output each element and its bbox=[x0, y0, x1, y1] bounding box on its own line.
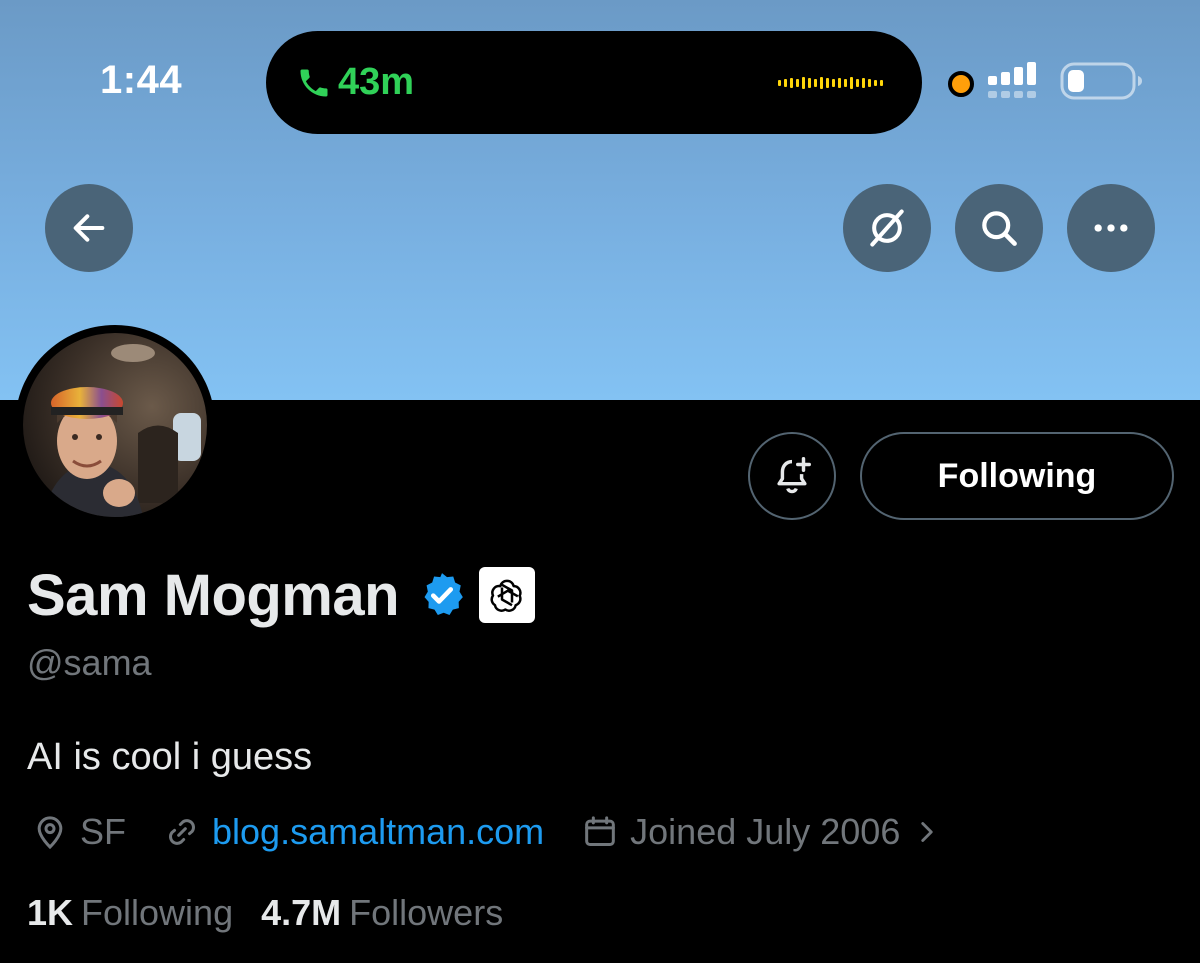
search-icon bbox=[982, 211, 1017, 246]
joined-item[interactable]: Joined July 2006 bbox=[580, 811, 950, 853]
openai-logo-icon bbox=[490, 579, 522, 612]
following-label: Following bbox=[81, 892, 234, 933]
following-stat[interactable]: 1K Following bbox=[27, 892, 233, 934]
user-handle: @sama bbox=[27, 642, 152, 683]
back-button[interactable] bbox=[45, 184, 133, 272]
dynamic-island[interactable]: 43m bbox=[266, 31, 922, 134]
audio-waveform-icon bbox=[778, 77, 883, 89]
website-link[interactable]: blog.samaltman.com bbox=[212, 811, 544, 853]
location-item: SF bbox=[30, 811, 126, 853]
link-icon bbox=[169, 819, 195, 845]
profile-meta: SF blog.samaltman.com Joined July 2006 bbox=[30, 810, 986, 854]
avatar-photo bbox=[23, 333, 207, 517]
verified-badge-icon[interactable] bbox=[417, 570, 467, 620]
more-options-button[interactable] bbox=[1067, 184, 1155, 272]
chevron-right-icon bbox=[921, 822, 934, 842]
search-button[interactable] bbox=[955, 184, 1043, 272]
joined-text: Joined July 2006 bbox=[630, 811, 901, 852]
following-count: 1K bbox=[27, 892, 74, 933]
affiliate-badge[interactable] bbox=[479, 567, 536, 623]
name-row: Sam Mogman bbox=[27, 560, 536, 630]
display-name: Sam Mogman bbox=[27, 562, 400, 628]
phone-icon bbox=[300, 69, 328, 97]
more-icon bbox=[1094, 224, 1128, 232]
avatar[interactable] bbox=[15, 325, 215, 525]
location-text: SF bbox=[80, 811, 127, 852]
bio: AI is cool i guess bbox=[27, 736, 313, 778]
grok-button[interactable] bbox=[843, 184, 931, 272]
website-item[interactable]: blog.samaltman.com bbox=[162, 811, 544, 853]
follow-stats: 1K Following 4.7M Followers bbox=[27, 892, 531, 934]
followers-stat[interactable]: 4.7M Followers bbox=[261, 892, 503, 934]
cellular-signal-icon bbox=[988, 62, 1036, 98]
location-pin-icon bbox=[37, 816, 63, 850]
call-duration: 43m bbox=[338, 61, 415, 103]
followers-count: 4.7M bbox=[261, 892, 342, 933]
arrow-left-icon bbox=[73, 214, 105, 242]
notification-toggle-button[interactable] bbox=[748, 432, 836, 520]
followers-label: Followers bbox=[349, 892, 504, 933]
calendar-icon bbox=[585, 816, 615, 846]
bell-plus-icon bbox=[777, 457, 811, 494]
mic-indicator-dot bbox=[948, 71, 974, 97]
following-button[interactable]: Following bbox=[860, 432, 1174, 520]
grok-icon bbox=[870, 209, 904, 247]
battery-icon bbox=[1060, 62, 1142, 100]
status-time: 1:44 bbox=[100, 58, 183, 102]
